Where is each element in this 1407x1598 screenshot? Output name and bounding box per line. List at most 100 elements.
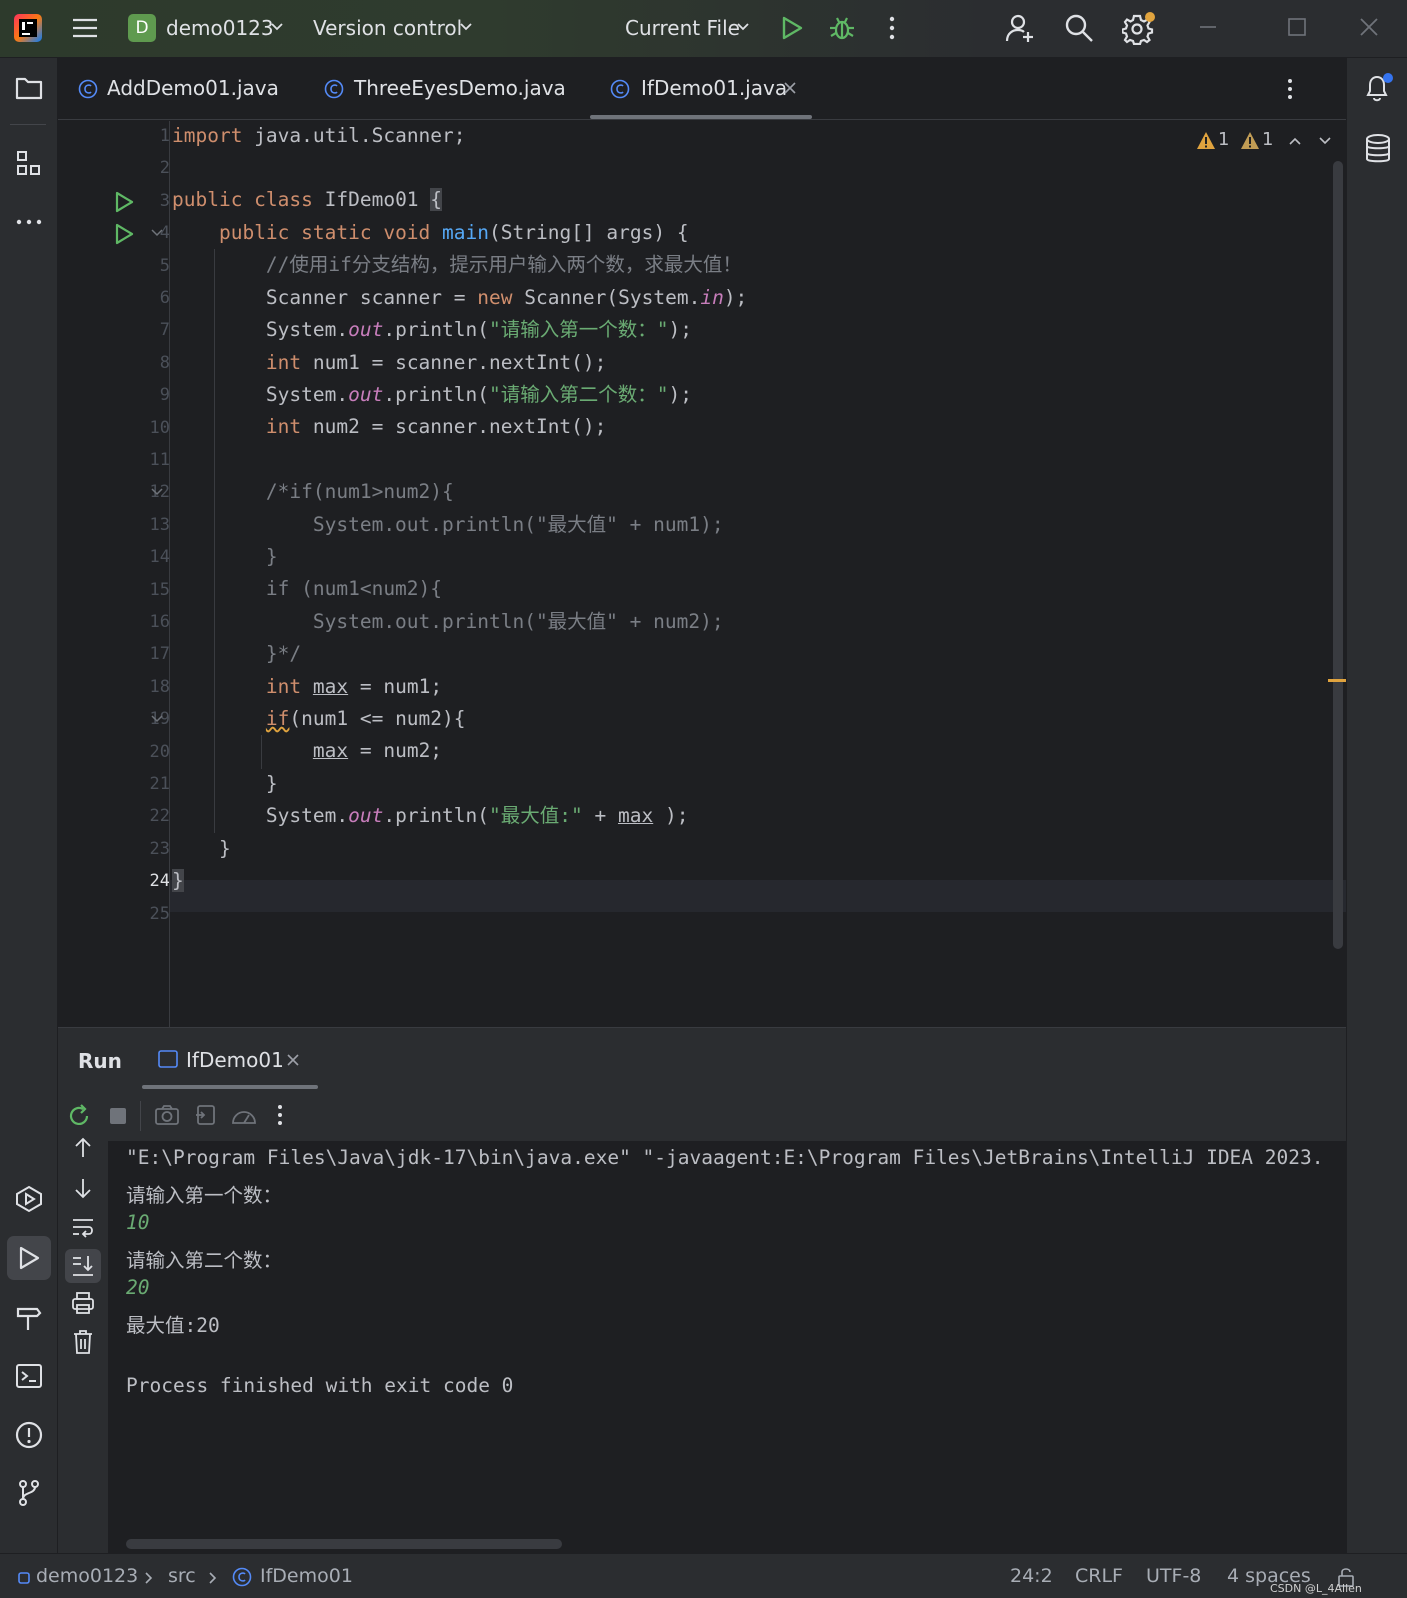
print-icon[interactable]	[71, 1291, 95, 1315]
code-line-17: }*/	[265, 642, 302, 665]
settings-gear-icon[interactable]	[1122, 11, 1156, 45]
hammer-icon	[15, 1304, 43, 1332]
scroll-to-end-button[interactable]	[65, 1249, 101, 1283]
run-config-selector[interactable]: Current File	[625, 14, 755, 44]
project-widget[interactable]: D demo0123	[128, 14, 288, 44]
chevron-down-icon	[459, 22, 473, 32]
chevron-right-icon	[144, 1571, 154, 1585]
line-number[interactable]: 25	[123, 904, 170, 924]
code-with-me-icon[interactable]	[1005, 13, 1035, 43]
run-icon[interactable]	[779, 15, 805, 41]
tab-options-icon[interactable]	[1280, 77, 1300, 101]
line-number[interactable]: 20	[123, 742, 170, 762]
project-badge: D	[128, 14, 156, 42]
line-number[interactable]: 2	[123, 158, 170, 178]
caret-position[interactable]: 24:2	[1010, 1565, 1053, 1587]
run-tab-ifdemo01[interactable]: IfDemo01	[142, 1028, 318, 1090]
maximize-window-icon[interactable]	[1286, 16, 1308, 38]
line-number[interactable]: 23	[123, 839, 170, 859]
previous-highlight-icon[interactable]	[1288, 135, 1302, 147]
run-console-output[interactable]: "E:\Program Files\Java\jdk-17\bin\java.e…	[108, 1141, 1346, 1553]
tab-adddemo01[interactable]: AddDemo01.java	[78, 58, 308, 120]
more-actions-icon[interactable]	[880, 15, 904, 41]
git-tool-button[interactable]	[7, 1471, 51, 1515]
run-tool-button[interactable]	[7, 1236, 51, 1280]
search-icon[interactable]	[1064, 13, 1094, 43]
services-tool-button[interactable]	[7, 1177, 51, 1221]
main-menu-icon[interactable]	[72, 16, 98, 40]
line-number[interactable]: 17	[123, 644, 170, 664]
file-encoding[interactable]: UTF-8	[1146, 1565, 1201, 1587]
restore-layout-icon[interactable]	[194, 1103, 218, 1127]
tab-threeeyesdemo[interactable]: ThreeEyesDemo.java	[324, 58, 584, 120]
breadcrumb-class[interactable]: IfDemo01	[260, 1565, 353, 1587]
breadcrumb-project[interactable]: demo0123	[36, 1565, 138, 1587]
breadcrumb-src[interactable]: src	[168, 1565, 196, 1587]
editor-vertical-scrollbar[interactable]	[1333, 161, 1343, 949]
tab-label: IfDemo01.java	[641, 76, 788, 100]
line-number[interactable]: 13	[123, 515, 170, 535]
close-window-icon[interactable]	[1358, 16, 1380, 38]
code-editor[interactable]: 1 2 3 4 5 6 7 8 9 10 11 12 13 14 15 16 17 18 19 20 21 22 23 24 2…	[58, 121, 1346, 1027]
code-line-19: if(num1 <= num2){	[265, 707, 466, 730]
minimize-window-icon[interactable]	[1197, 16, 1219, 38]
line-number[interactable]: 16	[123, 612, 170, 632]
line-number[interactable]: 1	[123, 126, 170, 146]
more-tools-button[interactable]	[7, 200, 51, 244]
java-class-icon	[232, 1567, 252, 1587]
close-tab-icon[interactable]	[783, 81, 797, 95]
problems-tool-button[interactable]	[7, 1413, 51, 1457]
fold-chevron-icon[interactable]	[150, 486, 164, 498]
fold-chevron-icon[interactable]	[150, 713, 164, 725]
line-number[interactable]: 22	[123, 806, 170, 826]
editor-tabs-bar: AddDemo01.java ThreeEyesDemo.java IfDemo…	[58, 58, 1346, 120]
code-line-3: public class IfDemo01 {	[172, 188, 443, 211]
line-number[interactable]: 10	[123, 418, 170, 438]
vcs-label: Version control	[313, 16, 463, 40]
line-number[interactable]: 24	[123, 871, 170, 891]
console-input-1: 10	[126, 1211, 150, 1234]
line-number[interactable]: 14	[123, 547, 170, 567]
line-number[interactable]: 11	[123, 450, 170, 470]
notifications-tool-button[interactable]	[1355, 66, 1399, 110]
line-number[interactable]: 8	[123, 353, 170, 373]
next-highlight-icon[interactable]	[1318, 135, 1332, 147]
run-class-gutter-icon[interactable]	[113, 191, 135, 213]
fold-chevron-icon[interactable]	[150, 227, 164, 239]
line-number[interactable]: 9	[123, 385, 170, 405]
structure-tool-button[interactable]	[7, 142, 51, 186]
tab-ifdemo01[interactable]: IfDemo01.java	[590, 58, 812, 120]
soft-wrap-icon[interactable]	[71, 1215, 95, 1239]
build-tool-button[interactable]	[7, 1296, 51, 1340]
line-number[interactable]: 7	[123, 320, 170, 340]
arrow-down-icon[interactable]	[71, 1175, 95, 1201]
run-config-label: Current File	[625, 16, 740, 40]
more-run-actions-icon[interactable]	[270, 1103, 290, 1127]
line-number[interactable]: 6	[123, 288, 170, 308]
line-number[interactable]: 15	[123, 580, 170, 600]
trash-icon[interactable]	[71, 1329, 95, 1355]
code-line-7: System.out.println("请输入第一个数：");	[265, 318, 692, 341]
rerun-icon[interactable]	[66, 1103, 92, 1129]
line-separator[interactable]: CRLF	[1075, 1565, 1123, 1587]
arrow-up-icon[interactable]	[71, 1135, 95, 1161]
database-tool-button[interactable]	[1355, 126, 1399, 170]
profiler-icon[interactable]	[230, 1103, 258, 1127]
vcs-widget[interactable]: Version control	[313, 14, 478, 44]
intellij-logo-icon[interactable]	[14, 14, 42, 42]
line-number[interactable]: 21	[123, 774, 170, 794]
line-number[interactable]: 18	[123, 677, 170, 697]
warning-stripe-marker[interactable]	[1328, 679, 1346, 682]
line-number[interactable]: 5	[123, 256, 170, 276]
camera-icon[interactable]	[154, 1103, 180, 1127]
terminal-tool-button[interactable]	[7, 1354, 51, 1398]
java-class-icon	[324, 79, 344, 99]
run-main-gutter-icon[interactable]	[113, 223, 135, 245]
close-run-tab-icon[interactable]	[286, 1053, 300, 1067]
stop-icon[interactable]	[108, 1106, 128, 1126]
console-icon	[158, 1050, 178, 1068]
inspection-widget[interactable]: 1 1	[1196, 129, 1336, 155]
project-tool-button[interactable]	[7, 66, 51, 110]
debug-icon[interactable]	[828, 14, 856, 42]
console-horizontal-scrollbar[interactable]	[126, 1539, 562, 1549]
